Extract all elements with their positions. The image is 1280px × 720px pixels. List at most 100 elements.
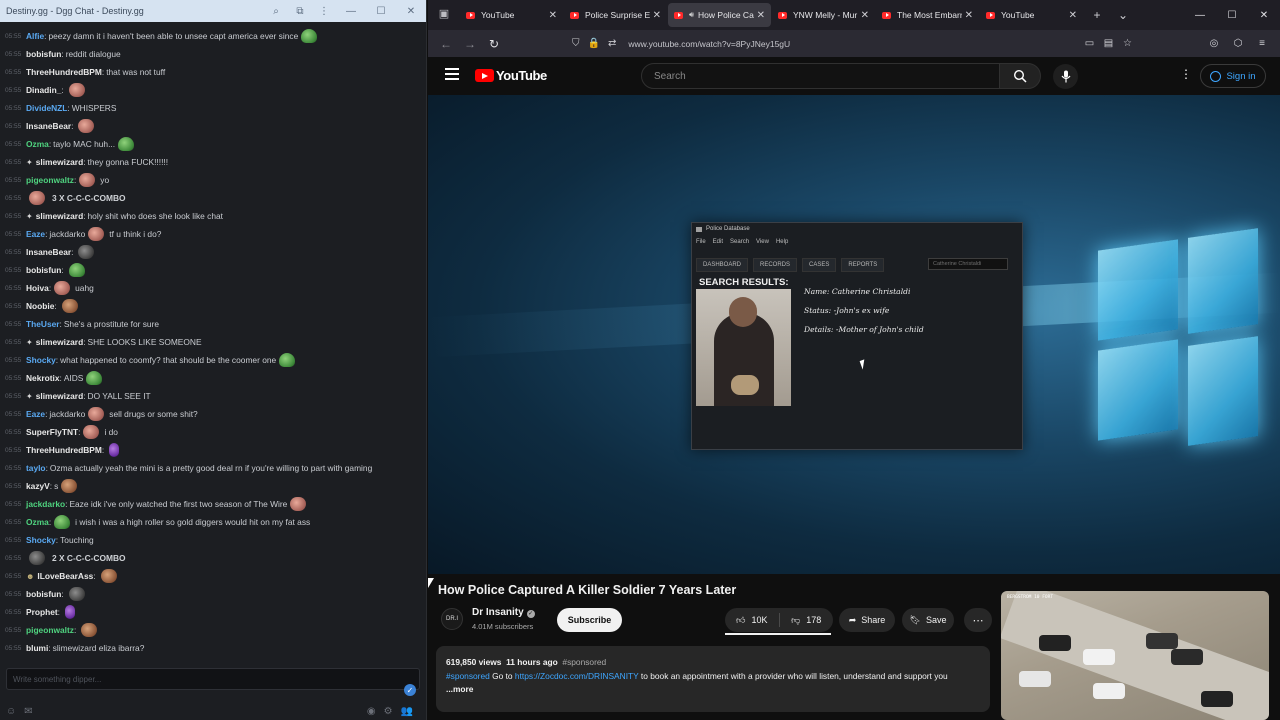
chat-username[interactable]: DivideNZL bbox=[26, 103, 67, 113]
chat-username[interactable]: Dinadin_ bbox=[26, 85, 61, 95]
chat-username[interactable]: InsaneBear bbox=[26, 247, 71, 257]
sign-in-button[interactable]: Sign in bbox=[1200, 64, 1266, 88]
settings-more-icon[interactable]: ⋮ bbox=[1180, 67, 1192, 81]
recommended-video-thumbnail[interactable]: BERGSTROM 10 FORT bbox=[1001, 591, 1269, 720]
close-button[interactable]: ✕ bbox=[396, 0, 426, 22]
browser-maximize-button[interactable]: ☐ bbox=[1216, 0, 1248, 30]
url-bar[interactable]: ⛉ 🔒 ⇄ www.youtube.com/watch?v=8PyJNey15g… bbox=[572, 34, 1092, 53]
menu-icon[interactable]: ⋮ bbox=[312, 0, 336, 22]
tab-close-icon[interactable]: ✕ bbox=[757, 10, 765, 21]
settings-icon[interactable]: ⚙ bbox=[384, 706, 393, 717]
whisper-icon[interactable]: ✉ bbox=[24, 706, 32, 717]
chat-message-list[interactable]: 05:55 Alfie: peezy damn it i haven't been … bbox=[0, 27, 427, 665]
chat-username[interactable]: Prophet bbox=[26, 607, 58, 617]
tab-close-icon[interactable]: ✕ bbox=[1069, 10, 1077, 21]
browser-tab[interactable]: YouTube ✕ bbox=[460, 3, 563, 27]
chat-username[interactable]: Noobie bbox=[26, 301, 54, 311]
voice-search-button[interactable] bbox=[1053, 64, 1078, 89]
chat-username[interactable]: TheUser bbox=[26, 319, 60, 329]
chat-username[interactable]: ILoveBearAss bbox=[37, 571, 93, 581]
chat-username[interactable]: slimewizard bbox=[36, 391, 83, 401]
chat-username[interactable]: ThreeHundredBPM bbox=[26, 67, 102, 77]
tab-list-icon[interactable]: ▣ bbox=[436, 7, 452, 23]
eye-icon[interactable]: ◉ bbox=[367, 706, 376, 717]
extensions-icon[interactable]: ⬡ bbox=[1226, 34, 1250, 53]
like-button[interactable]: 👍︎ 10K bbox=[725, 608, 779, 632]
channel-name-row[interactable]: Dr Insanity ✓ bbox=[472, 607, 535, 618]
url-text[interactable]: www.youtube.com/watch?v=8PyJNey15gU bbox=[628, 39, 790, 49]
permissions-icon[interactable]: ⇄ bbox=[608, 38, 616, 49]
chat-input[interactable]: Write something dipper... bbox=[6, 668, 420, 690]
tab-close-icon[interactable]: ✕ bbox=[861, 10, 869, 21]
description-box[interactable]: 619,850 views 11 hours ago #sponsored #s… bbox=[436, 646, 990, 712]
chat-username[interactable]: Shocky bbox=[26, 355, 56, 365]
chat-username[interactable]: bobisfun bbox=[26, 49, 61, 59]
popout-icon[interactable]: ⧉ bbox=[288, 0, 312, 22]
browser-tab[interactable]: Police Surprise Em✕ bbox=[564, 3, 667, 27]
search-button[interactable] bbox=[999, 63, 1041, 89]
browser-tab[interactable]: YNW Melly - Mur ✕ bbox=[772, 3, 875, 27]
chat-username[interactable]: blumi bbox=[26, 643, 48, 653]
minimize-button[interactable]: — bbox=[336, 0, 366, 22]
reload-button[interactable]: ↻ bbox=[482, 32, 506, 56]
chat-username[interactable]: InsaneBear bbox=[26, 121, 71, 131]
app-menu-icon[interactable]: ≡ bbox=[1250, 34, 1274, 53]
chat-username[interactable]: Eaze bbox=[26, 409, 45, 419]
pip-icon[interactable]: ▭ bbox=[1080, 34, 1099, 53]
subscribe-button[interactable]: Subscribe bbox=[557, 608, 622, 632]
speaker-icon[interactable]: 🔊︎ bbox=[689, 10, 694, 20]
chat-username[interactable]: bobisfun bbox=[26, 589, 61, 599]
hashtag-link[interactable]: #sponsored bbox=[446, 671, 490, 681]
chat-username[interactable]: Shocky bbox=[26, 535, 56, 545]
chat-username[interactable]: bobisfun bbox=[26, 265, 61, 275]
chat-username[interactable]: Ozma bbox=[26, 517, 49, 527]
browser-tab[interactable]: YouTube ✕ bbox=[980, 3, 1083, 27]
maximize-button[interactable]: ☐ bbox=[366, 0, 396, 22]
browser-tab[interactable]: The Most Embarr ✕ bbox=[876, 3, 979, 27]
chat-username[interactable]: taylo bbox=[26, 463, 46, 473]
channel-avatar[interactable]: DR.I bbox=[441, 608, 463, 630]
users-icon[interactable]: 👥 bbox=[401, 706, 413, 717]
chat-username[interactable]: Hoiva bbox=[26, 283, 49, 293]
tab-overflow-chevron-icon[interactable]: ⌄ bbox=[1110, 8, 1136, 22]
hashtag-top[interactable]: #sponsored bbox=[562, 657, 606, 667]
send-icon[interactable]: ✓ bbox=[404, 684, 416, 696]
shield-icon[interactable]: ⛉ bbox=[572, 38, 580, 49]
tab-close-icon[interactable]: ✕ bbox=[965, 10, 973, 21]
forward-button[interactable]: → bbox=[458, 32, 482, 56]
browser-tab[interactable]: 🔊︎ How Police Ca ✕ bbox=[668, 3, 771, 27]
channel-name[interactable]: Dr Insanity bbox=[472, 607, 524, 618]
chat-username[interactable]: slimewizard bbox=[36, 211, 83, 221]
search-icon[interactable]: ⌕ bbox=[264, 0, 288, 22]
back-button[interactable]: ← bbox=[434, 32, 458, 56]
chat-username[interactable]: pigeonwaltz bbox=[26, 625, 74, 635]
chat-username[interactable]: SuperFlyTNT bbox=[26, 427, 78, 437]
chat-username[interactable]: Ozma bbox=[26, 139, 49, 149]
chat-username[interactable]: slimewizard bbox=[36, 337, 83, 347]
tab-close-icon[interactable]: ✕ bbox=[549, 10, 557, 21]
save-button[interactable]: 🔖︎ Save bbox=[902, 608, 954, 632]
chat-username[interactable]: Alfie bbox=[26, 31, 44, 41]
browser-minimize-button[interactable]: — bbox=[1184, 0, 1216, 30]
bookmark-star-icon[interactable]: ☆ bbox=[1118, 34, 1137, 53]
reader-icon[interactable]: ▤ bbox=[1099, 34, 1118, 53]
guide-menu-icon[interactable] bbox=[445, 68, 459, 80]
emote-icon[interactable]: ☺ bbox=[6, 706, 16, 717]
tab-close-icon[interactable]: ✕ bbox=[653, 10, 661, 21]
chat-username[interactable]: Eaze bbox=[26, 229, 45, 239]
search-input[interactable]: Search bbox=[641, 63, 1000, 89]
chat-username[interactable]: jackdarko bbox=[26, 499, 65, 509]
account-icon[interactable]: ◎ bbox=[1202, 34, 1226, 53]
chat-username[interactable]: Nekrotix bbox=[26, 373, 60, 383]
chat-username[interactable]: slimewizard bbox=[36, 157, 83, 167]
show-more-link[interactable]: ...more bbox=[446, 683, 980, 697]
chat-username[interactable]: ThreeHundredBPM bbox=[26, 445, 102, 455]
youtube-logo[interactable]: YouTube bbox=[475, 68, 547, 83]
chat-username[interactable]: pigeonwaltz bbox=[26, 175, 74, 185]
browser-close-button[interactable]: ✕ bbox=[1248, 0, 1280, 30]
dislike-button[interactable]: 👎︎ 178 bbox=[780, 608, 834, 632]
video-player[interactable]: Police Database File Edit Search View Help D… bbox=[428, 95, 1280, 574]
share-button[interactable]: ➦ Share bbox=[839, 608, 895, 632]
chat-username[interactable]: kazyV bbox=[26, 481, 50, 491]
more-actions-button[interactable]: ⋯ bbox=[964, 608, 992, 632]
